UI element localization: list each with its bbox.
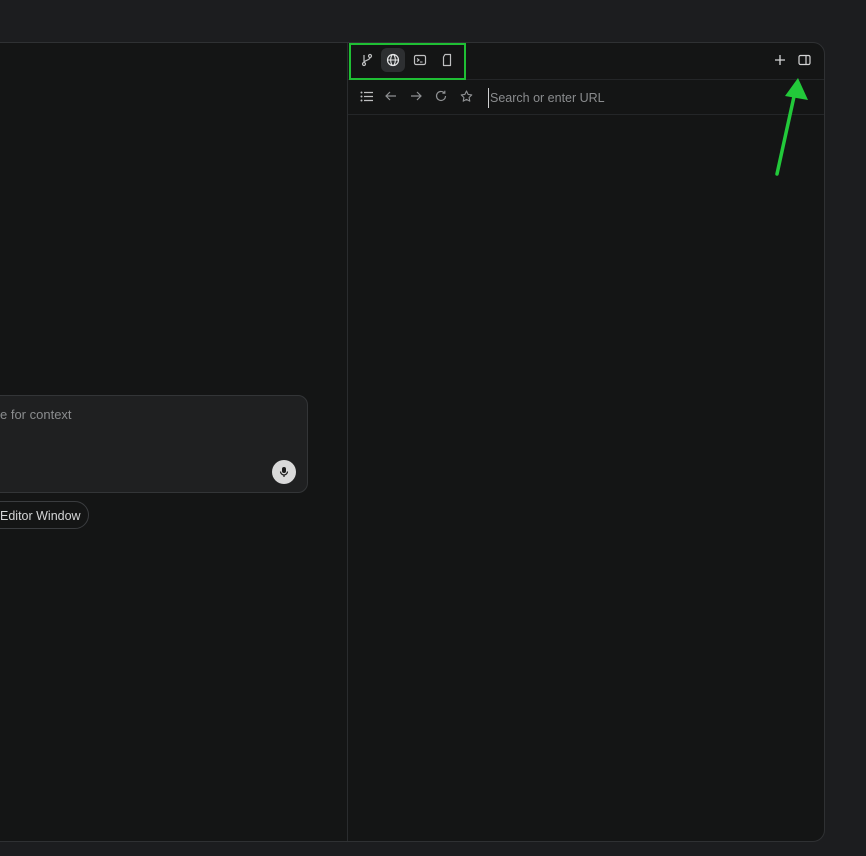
bookmark-button[interactable] bbox=[456, 86, 476, 106]
browser-url-bar bbox=[348, 80, 824, 115]
git-branch-icon bbox=[361, 53, 373, 67]
browser-pane bbox=[347, 43, 824, 841]
back-button[interactable] bbox=[381, 86, 401, 106]
chat-pane: e for context Editor Window bbox=[0, 43, 347, 841]
tab-terminal[interactable] bbox=[408, 48, 432, 72]
microphone-icon bbox=[279, 467, 289, 477]
plus-icon bbox=[775, 55, 785, 65]
editor-window-chip[interactable]: Editor Window bbox=[0, 501, 89, 529]
new-tab-button[interactable] bbox=[769, 49, 791, 71]
reload-button[interactable] bbox=[431, 86, 451, 106]
tab-browser[interactable] bbox=[381, 48, 405, 72]
composer-placeholder: e for context bbox=[0, 407, 72, 422]
arrow-left-icon bbox=[385, 91, 396, 101]
reload-icon bbox=[435, 90, 447, 102]
terminal-icon bbox=[413, 54, 427, 66]
globe-icon bbox=[386, 53, 400, 67]
microphone-button[interactable] bbox=[272, 460, 296, 484]
file-icon bbox=[442, 53, 452, 67]
list-icon bbox=[360, 91, 373, 101]
chat-composer[interactable]: e for context bbox=[0, 395, 308, 493]
toggle-panel-button[interactable] bbox=[793, 49, 815, 71]
toggle-panel-icon bbox=[797, 54, 811, 66]
annotation-arrow bbox=[775, 78, 808, 176]
tabs-list-button[interactable] bbox=[356, 86, 376, 106]
url-input[interactable] bbox=[488, 88, 792, 108]
browser-tabbar bbox=[348, 43, 824, 80]
tab-source-control[interactable] bbox=[355, 48, 379, 72]
star-icon bbox=[460, 89, 472, 102]
tab-file[interactable] bbox=[435, 48, 459, 72]
forward-button[interactable] bbox=[406, 86, 426, 106]
arrow-right-icon bbox=[411, 91, 422, 101]
app-window: e for context Editor Window bbox=[0, 42, 825, 842]
